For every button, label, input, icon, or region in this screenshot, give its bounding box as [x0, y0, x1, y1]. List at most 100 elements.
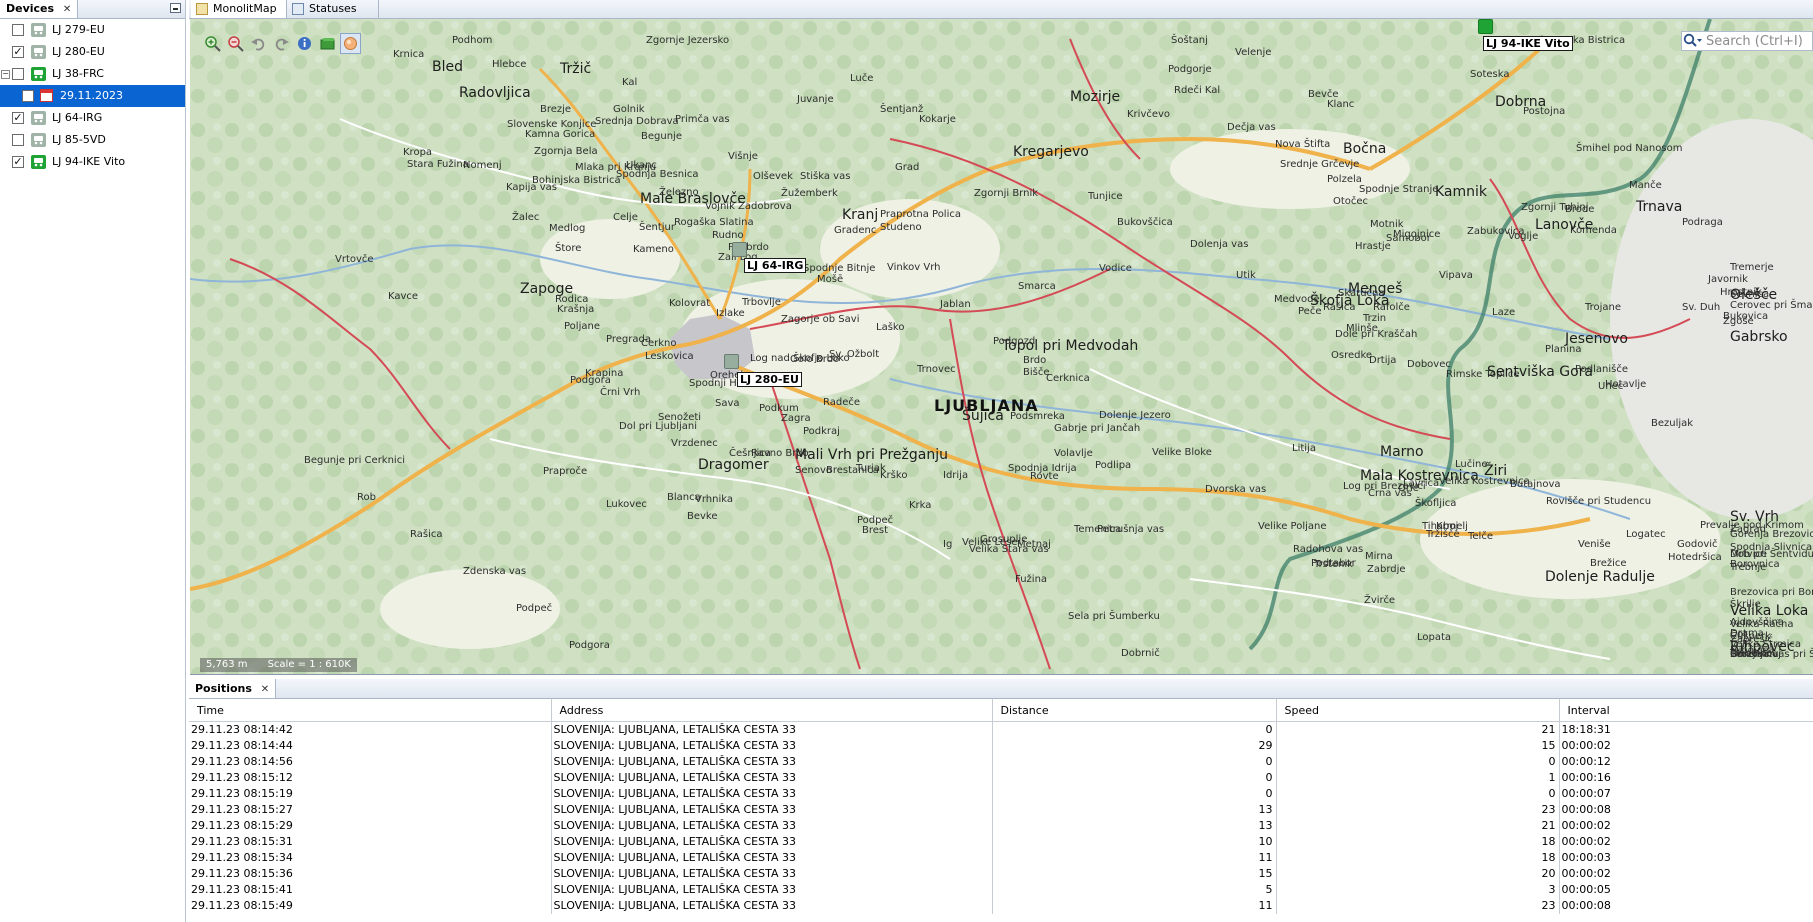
map-search-box[interactable]	[1681, 31, 1813, 51]
devices-tab-label: Devices	[6, 2, 55, 15]
column-header-address[interactable]: Address	[551, 699, 993, 722]
device-item-lj-280-eu[interactable]: ✓ LJ 280-EU	[0, 41, 185, 63]
place-label: Butajnova	[1510, 479, 1561, 490]
place-label: Mozirje	[1070, 89, 1121, 105]
cell-distance: 29	[992, 738, 1277, 754]
vehicle-marker-lj-280-eu[interactable]	[724, 354, 739, 369]
table-row[interactable]: 29.11.23 08:15:36 SLOVENIJA: LJUBLJANA, L…	[189, 866, 1813, 882]
redo-tool[interactable]	[271, 33, 292, 54]
place-label: Laze	[1492, 307, 1516, 318]
vehicle-label-lj-64-irg[interactable]: LJ 64-IRG	[744, 258, 807, 273]
place-label: Sela pri Šumberku	[1068, 611, 1160, 622]
tab-statuses[interactable]: Statuses ✕	[287, 0, 379, 33]
device-item-lj-85-5vd[interactable]: LJ 85-5VD	[0, 129, 185, 151]
cell-speed: 18	[1276, 834, 1560, 850]
table-row[interactable]: 29.11.23 08:15:12 SLOVENIJA: LJUBLJANA, L…	[189, 770, 1813, 786]
device-checkbox[interactable]: ✓	[12, 46, 24, 58]
table-row[interactable]: 29.11.23 08:15:34 SLOVENIJA: LJUBLJANA, L…	[189, 850, 1813, 866]
place-label: Nomenj	[463, 160, 502, 171]
layers-tool[interactable]	[317, 33, 338, 54]
place-label: Radeče	[823, 397, 861, 408]
place-label: Škofljica	[1415, 498, 1457, 509]
vehicle-marker-lj-94-ike-vito[interactable]	[1478, 19, 1493, 34]
place-label: Trojane	[1585, 302, 1622, 313]
place-label: Juvanje	[797, 94, 834, 105]
devices-tab[interactable]: Devices ✕	[0, 0, 79, 18]
cell-distance: 0	[992, 754, 1277, 770]
vehicle-marker-lj-64-irg[interactable]	[732, 242, 747, 257]
table-row[interactable]: 29.11.23 08:15:29 SLOVENIJA: LJUBLJANA, L…	[189, 818, 1813, 834]
place-label: Lopata	[1417, 632, 1452, 643]
place-label: Laško	[876, 322, 905, 333]
place-label: Kapija vas	[506, 182, 557, 193]
vehicle-label-lj-280-eu[interactable]: LJ 280-EU	[737, 372, 802, 387]
place-label: Cerknica	[1046, 373, 1090, 384]
date-item-29-11-2023[interactable]: 29.11.2023	[0, 85, 185, 107]
device-item-lj-38-frc[interactable]: − LJ 38-FRC	[0, 63, 185, 85]
tab-monolitmap[interactable]: MonolitMap ✕	[191, 0, 287, 33]
table-row[interactable]: 29.11.23 08:15:27 SLOVENIJA: LJUBLJANA, L…	[189, 802, 1813, 818]
device-checkbox[interactable]: ✓	[12, 112, 24, 124]
place-label: Idrija	[943, 470, 969, 481]
place-label: Višnje	[728, 151, 758, 162]
table-row[interactable]: 29.11.23 08:14:42 SLOVENIJA: LJUBLJANA, L…	[189, 721, 1813, 738]
table-row[interactable]: 29.11.23 08:15:19 SLOVENIJA: LJUBLJANA, L…	[189, 786, 1813, 802]
place-label: Bezuljak	[1651, 418, 1694, 429]
place-label: Javornik	[1708, 274, 1748, 285]
place-label: Brode	[1565, 204, 1595, 215]
column-header-time[interactable]: Time	[189, 699, 552, 722]
column-header-interval[interactable]: Interval	[1559, 699, 1813, 722]
table-row[interactable]: 29.11.23 08:14:44 SLOVENIJA: LJUBLJANA, L…	[189, 738, 1813, 754]
device-checkbox[interactable]	[12, 24, 24, 36]
map-view[interactable]: Podhom Krnica Bled Hlebce Tržič Zgornje Jezer…	[190, 19, 1813, 675]
place-label: Tunjice	[1088, 191, 1123, 202]
minimize-button[interactable]	[170, 3, 181, 13]
place-label: Logatec	[1626, 529, 1666, 540]
info-tool[interactable]	[294, 33, 315, 54]
device-checkbox[interactable]: ✓	[12, 156, 24, 168]
column-header-speed[interactable]: Speed	[1276, 699, 1560, 722]
place-label: Soteska	[1470, 69, 1510, 80]
zoom-in-tool[interactable]	[202, 33, 223, 54]
table-row[interactable]: 29.11.23 08:15:41 SLOVENIJA: LJUBLJANA, L…	[189, 882, 1813, 898]
device-checkbox[interactable]	[12, 134, 24, 146]
cell-interval: 00:00:16	[1559, 770, 1813, 786]
cell-interval: 00:00:05	[1559, 882, 1813, 898]
close-icon[interactable]: ✕	[63, 4, 71, 15]
collapse-icon[interactable]: −	[1, 70, 10, 79]
map-icon	[196, 3, 208, 15]
place-label: Sv. Ožbolt	[829, 349, 880, 360]
close-icon[interactable]: ✕	[261, 684, 269, 695]
device-item-lj-64-irg[interactable]: ✓ LJ 64-IRG	[0, 107, 185, 129]
device-checkbox[interactable]	[12, 68, 24, 80]
place-label: Dolenje Jezero	[1099, 410, 1171, 421]
place-label: Smarca	[1018, 281, 1056, 292]
table-row[interactable]: 29.11.23 08:15:49 SLOVENIJA: LJUBLJANA, L…	[189, 898, 1813, 914]
device-label: LJ 94-IKE Vito	[52, 155, 126, 168]
device-item-lj-279-eu[interactable]: LJ 279-EU	[0, 19, 185, 41]
place-label: Veniše	[1578, 539, 1611, 550]
place-label: Šentjanž	[880, 104, 924, 115]
place-label: Vodice	[1099, 263, 1132, 274]
place-label: Ajdovščina	[1730, 617, 1784, 628]
place-label: Mlinše	[1346, 323, 1378, 334]
pan-tool[interactable]	[340, 33, 361, 54]
place-label: Brezovica pri Borovnici	[1730, 587, 1813, 598]
place-label: Podgora	[569, 640, 610, 651]
date-checkbox[interactable]	[22, 90, 34, 102]
vehicle-label-lj-94-ike-vito[interactable]: LJ 94-IKE Vito	[1483, 36, 1573, 51]
undo-tool[interactable]	[248, 33, 269, 54]
positions-tab-label: Positions	[195, 682, 252, 695]
cell-time: 29.11.23 08:14:42	[189, 721, 552, 738]
table-row[interactable]: 29.11.23 08:15:31 SLOVENIJA: LJUBLJANA, L…	[189, 834, 1813, 850]
column-header-distance[interactable]: Distance	[992, 699, 1277, 722]
zoom-out-tool[interactable]	[225, 33, 246, 54]
place-label: Vinkov Vrh	[887, 262, 941, 273]
map-search-input[interactable]	[1704, 32, 1808, 50]
table-row[interactable]: 29.11.23 08:14:56 SLOVENIJA: LJUBLJANA, L…	[189, 754, 1813, 770]
place-label: Tremerje	[1730, 262, 1774, 273]
place-label: Senožeti	[658, 412, 702, 423]
positions-tab[interactable]: Positions ✕	[189, 679, 277, 698]
place-label: Gabrsko	[1730, 329, 1788, 345]
device-item-lj-94-ike-vito[interactable]: ✓ LJ 94-IKE Vito	[0, 151, 185, 173]
